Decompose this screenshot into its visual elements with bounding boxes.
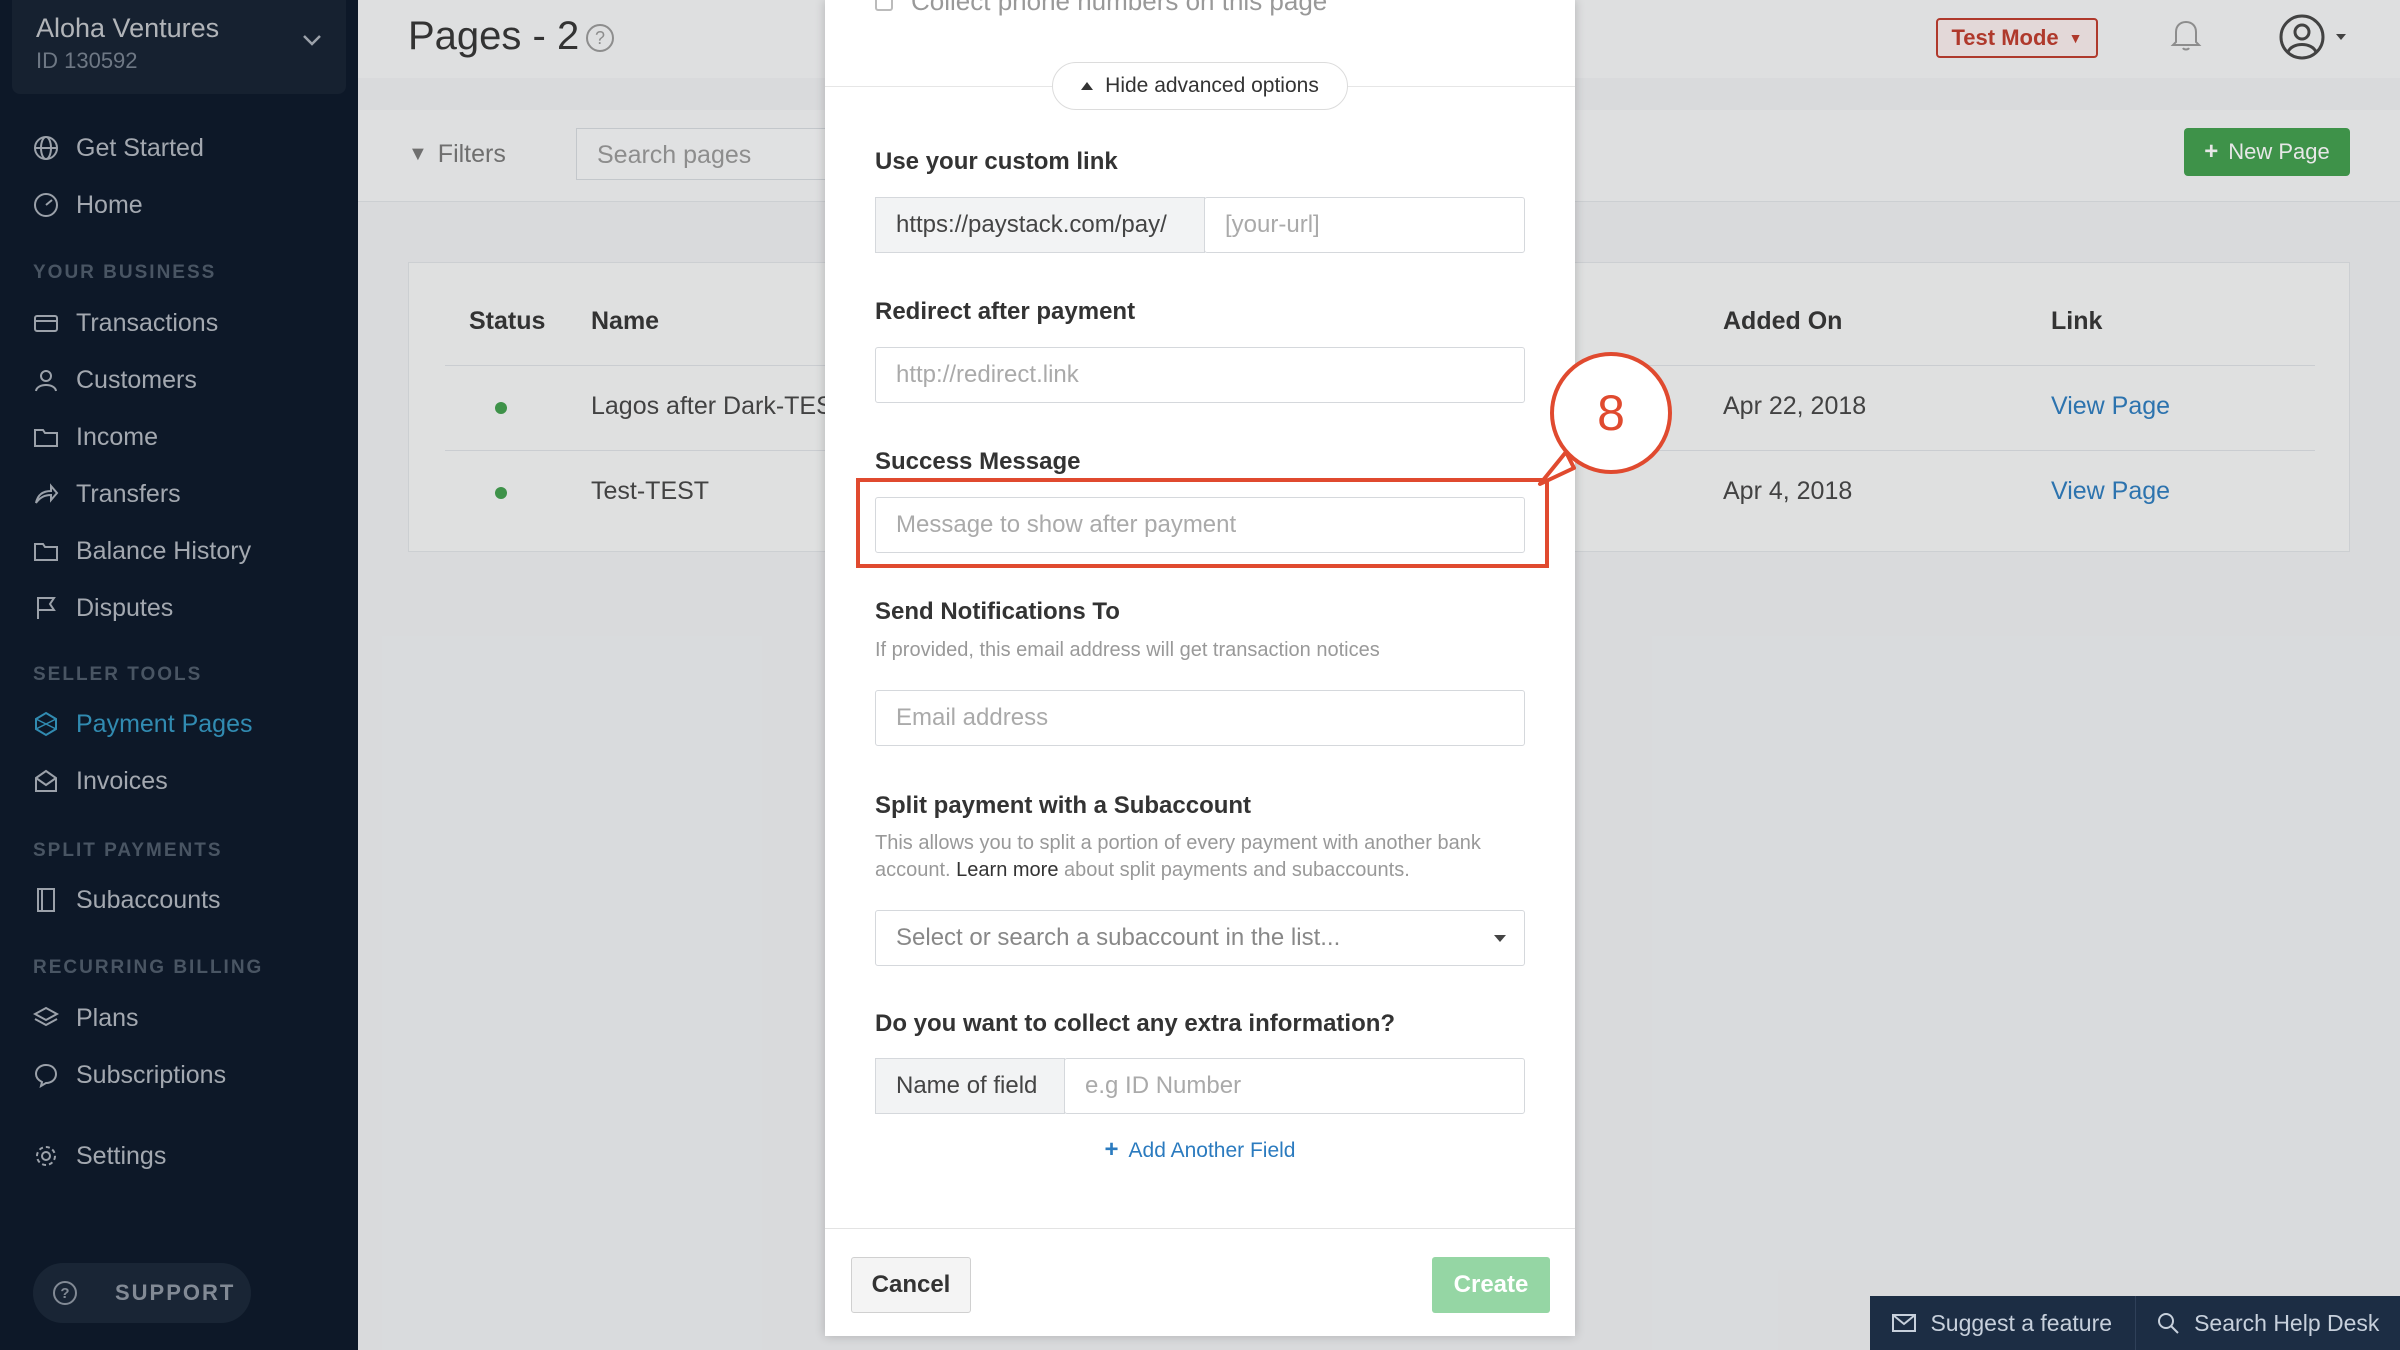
notification-email-input[interactable]: Email address (875, 690, 1525, 746)
success-message-label: Success Message (875, 448, 1081, 475)
custom-link-input[interactable]: [your-url] (1204, 197, 1525, 253)
extra-field-input[interactable]: e.g ID Number (1064, 1058, 1525, 1114)
cancel-button[interactable]: Cancel (851, 1257, 971, 1313)
search-icon (2158, 1313, 2179, 1334)
redirect-url-input[interactable]: http://redirect.link (875, 347, 1525, 403)
custom-link-label: Use your custom link (875, 148, 1118, 175)
notifications-help: If provided, this email address will get… (875, 639, 1380, 661)
advanced-toggle-label: Hide advanced options (1105, 74, 1319, 97)
redirect-label: Redirect after payment (875, 298, 1136, 325)
suggest-feature-label: Suggest a feature (1930, 1309, 2113, 1336)
custom-link-prefix: https://paystack.com/pay/ (875, 197, 1205, 253)
subaccount-select[interactable]: Select or search a subaccount in the lis… (875, 910, 1525, 966)
caret-up-icon (1081, 82, 1094, 90)
search-help-desk-label: Search Help Desk (2194, 1309, 2380, 1336)
collect-phone-label: Collect phone numbers on this page (911, 0, 1328, 16)
search-help-desk-button[interactable]: Search Help Desk (2136, 1296, 2400, 1350)
extra-info-label: Do you want to collect any extra informa… (875, 1010, 1396, 1037)
help-bar: Suggest a feature Search Help Desk (1870, 1296, 2400, 1350)
hide-advanced-options-button[interactable]: Hide advanced options (1052, 62, 1348, 110)
notifications-label: Send Notifications To (875, 598, 1120, 625)
field-name-addon: Name of field (875, 1058, 1065, 1114)
subaccount-select-placeholder: Select or search a subaccount in the lis… (896, 924, 1341, 951)
split-help-text-end: about split payments and subaccounts. (1058, 859, 1410, 881)
caret-down-icon (1494, 935, 1506, 942)
envelope-icon (1892, 1314, 1917, 1332)
checkbox[interactable] (875, 0, 893, 11)
new-page-modal: Collect phone numbers on this page Hide … (825, 0, 1575, 1336)
split-payment-label: Split payment with a Subaccount (875, 792, 1252, 819)
create-button[interactable]: Create (1432, 1257, 1550, 1313)
modal-footer: Cancel Create (825, 1228, 1575, 1336)
sidebar-backdrop (0, 0, 358, 1350)
learn-more-link[interactable]: Learn more (956, 859, 1058, 881)
step-highlight-box (856, 478, 1549, 568)
collect-phone-checkbox-row[interactable]: Collect phone numbers on this page (875, 0, 1327, 17)
suggest-feature-button[interactable]: Suggest a feature (1870, 1296, 2136, 1350)
plus-icon: + (1104, 1136, 1119, 1163)
split-payment-help: This allows you to split a portion of ev… (875, 830, 1535, 884)
add-field-label: Add Another Field (1128, 1139, 1296, 1162)
step-number-marker: 8 (1550, 352, 1672, 474)
add-another-field-link[interactable]: + Add Another Field (825, 1136, 1575, 1164)
